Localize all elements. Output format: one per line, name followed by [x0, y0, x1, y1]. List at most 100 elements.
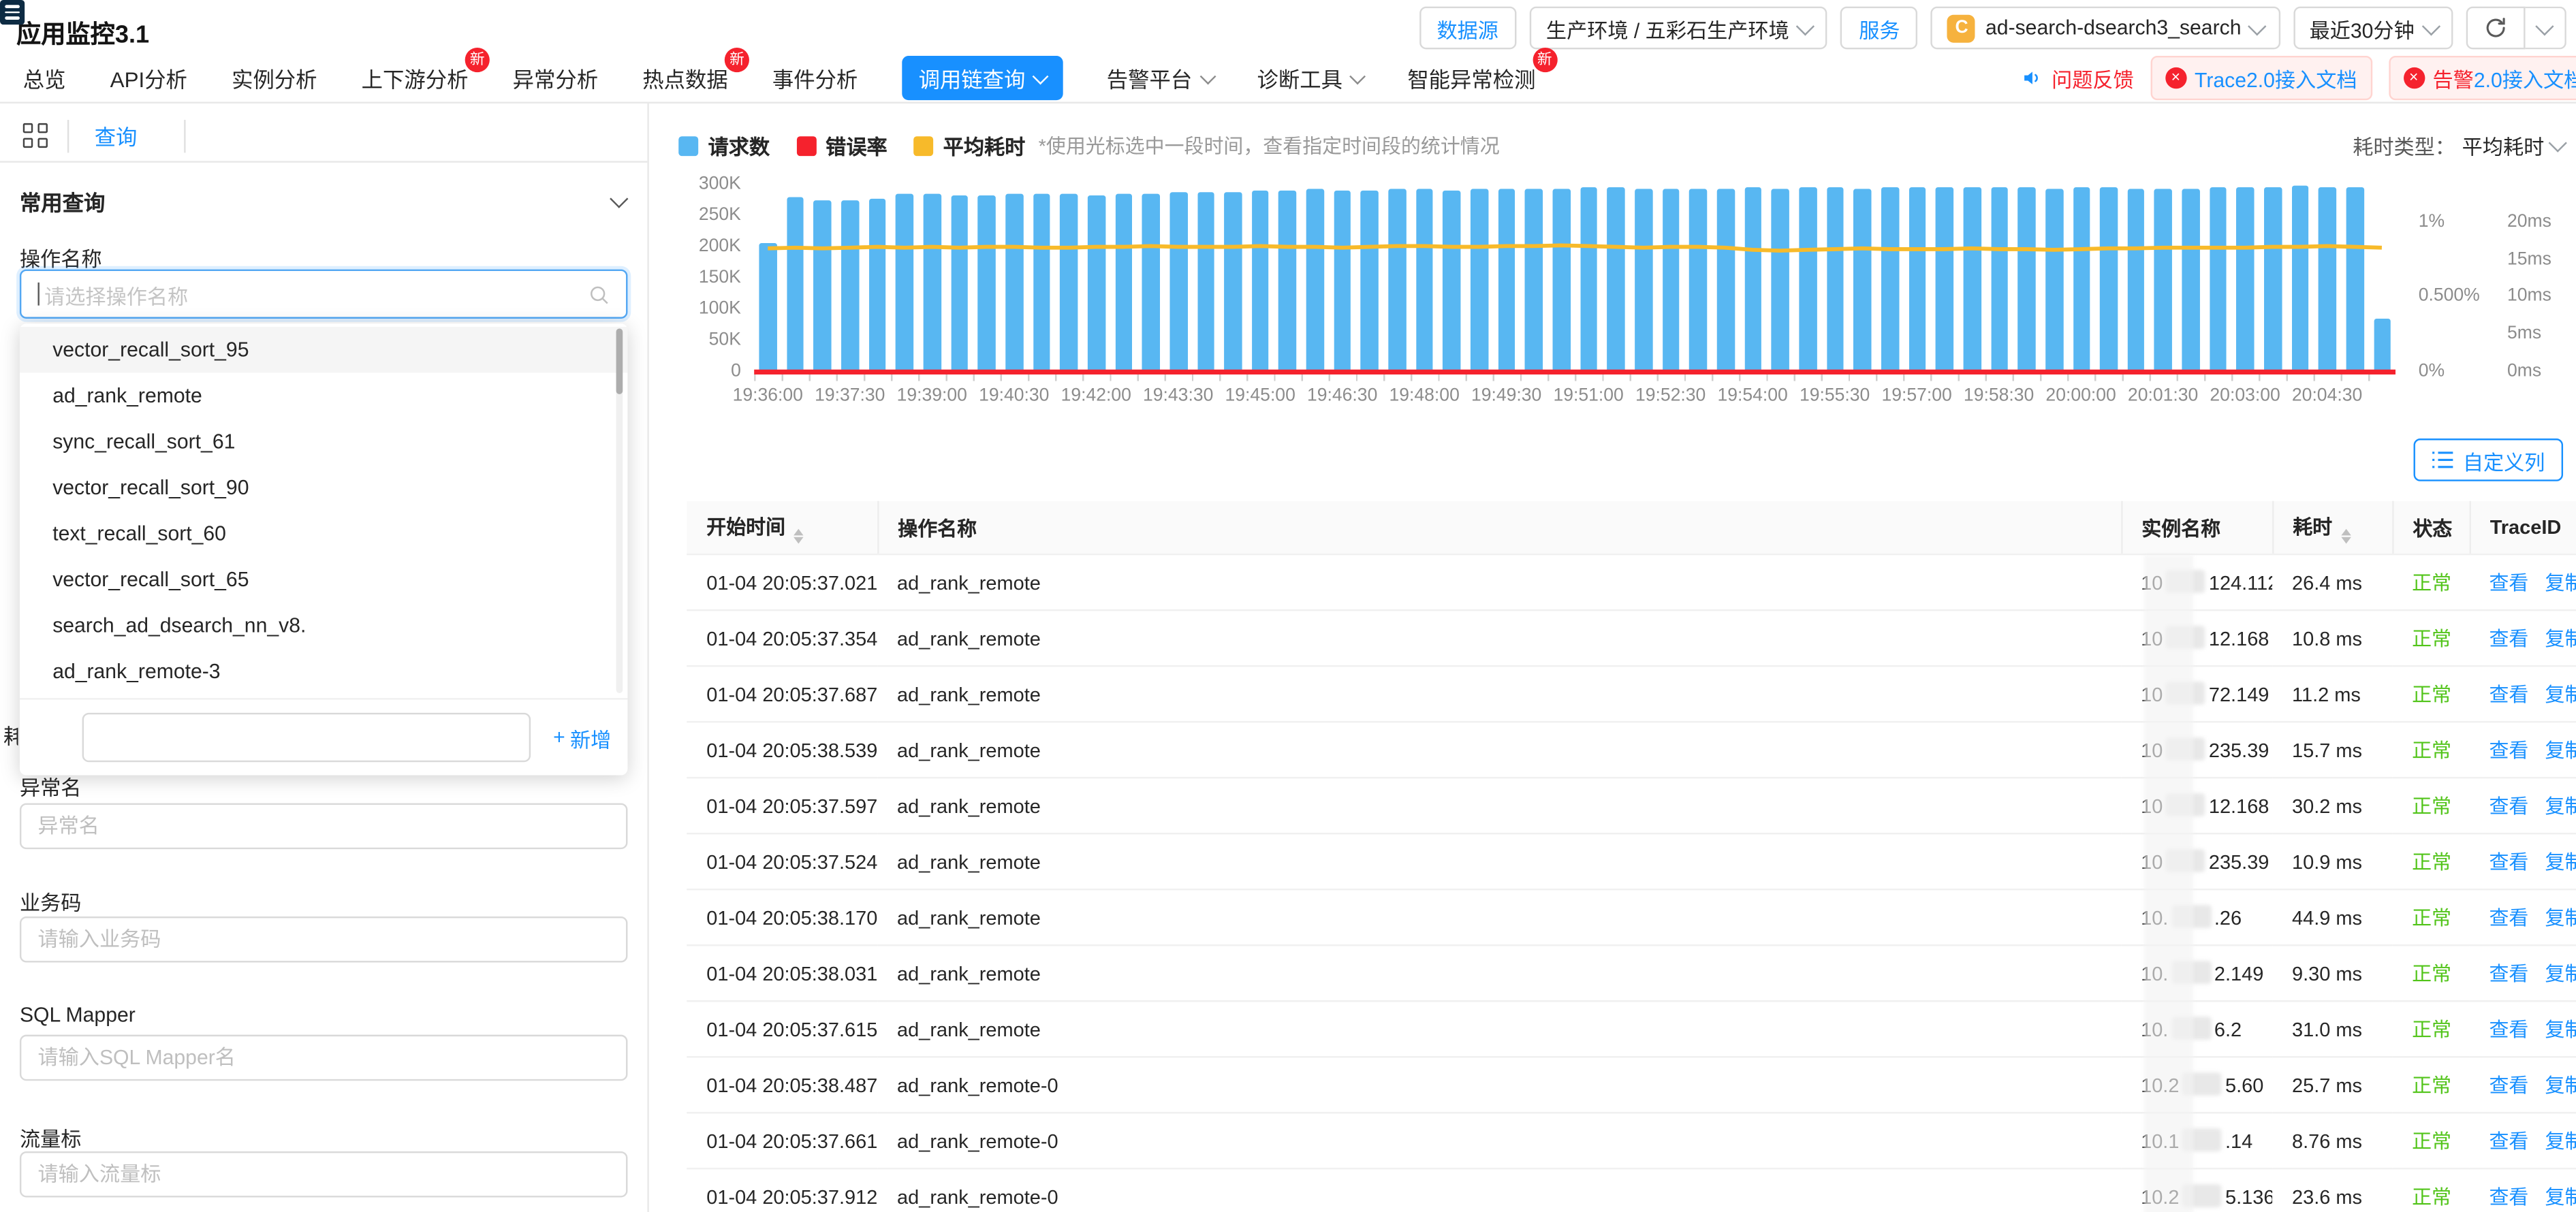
cell-status: 正常 [2392, 554, 2469, 610]
view-trace-link[interactable]: 查看 [2489, 907, 2528, 930]
instance-ip-suffix: 235.39 [2209, 739, 2269, 762]
nav-item-诊断工具[interactable]: 诊断工具 [1257, 63, 1364, 94]
tab-query[interactable]: 查询 [95, 120, 138, 151]
operation-select[interactable]: 请选择操作名称 [20, 270, 628, 319]
hamburger-menu-icon[interactable] [0, 0, 25, 25]
copy-trace-link[interactable]: 复制 [2545, 1019, 2576, 1042]
chevron-down-icon [2548, 134, 2566, 152]
view-trace-link[interactable]: 查看 [2489, 627, 2528, 650]
column-header-耗时[interactable]: 耗时 [2272, 501, 2392, 554]
nav-item-实例分析[interactable]: 实例分析 [232, 63, 317, 94]
cell-operation: ad_rank_remote [877, 1001, 2121, 1057]
feedback-link[interactable]: 问题反馈 [2020, 63, 2133, 94]
view-trace-link[interactable]: 查看 [2489, 683, 2528, 706]
nav-item-异常分析[interactable]: 异常分析 [513, 63, 598, 94]
service-avatar: C [1948, 14, 1976, 42]
exception-input[interactable] [20, 803, 628, 850]
cell-status: 正常 [2392, 666, 2469, 722]
copy-trace-link[interactable]: 复制 [2545, 571, 2576, 594]
nav-item-label: 告警平台 [1107, 63, 1192, 94]
chart-plot-area[interactable] [754, 184, 2396, 371]
nav-item-事件分析[interactable]: 事件分析 [772, 63, 858, 94]
alert-doc-link[interactable]: × 告警 2.0接入文档 [2388, 56, 2576, 100]
view-trace-link[interactable]: 查看 [2489, 963, 2528, 986]
operation-option[interactable]: search_ad_dsearch_nn_v8. [20, 603, 628, 649]
view-trace-link[interactable]: 查看 [2489, 795, 2528, 818]
service-button[interactable]: 服务 [1841, 7, 1918, 50]
view-trace-link[interactable]: 查看 [2489, 1019, 2528, 1042]
refresh-options-button[interactable] [2526, 7, 2566, 50]
environment-select[interactable]: 生产环境 / 五彩石生产环境 [1530, 7, 1828, 50]
copy-trace-link[interactable]: 复制 [2545, 1130, 2576, 1153]
operation-option[interactable]: vector_recall_sort_95 [20, 327, 628, 373]
view-trace-link[interactable]: 查看 [2489, 739, 2528, 762]
x-tick-label: 20:00:00 [2045, 386, 2116, 406]
nav-item-调用链查询[interactable]: 调用链查询 [902, 56, 1062, 100]
duration-type-select[interactable]: 耗时类型： 平均耗时 [2353, 130, 2563, 161]
view-trace-link[interactable]: 查看 [2489, 1186, 2528, 1209]
add-option-button[interactable]: +新增 [553, 722, 611, 753]
nav-item-API分析[interactable]: API分析 [110, 63, 187, 94]
grid-view-icon[interactable] [23, 124, 47, 148]
copy-trace-link[interactable]: 复制 [2545, 907, 2576, 930]
operation-placeholder: 请选择操作名称 [44, 278, 588, 310]
operation-option[interactable]: ad_rank_remote-3 [20, 649, 628, 695]
trace-doc-link[interactable]: × Trace2.0接入文档 [2150, 56, 2372, 100]
instance-ip-suffix: .14 [2225, 1130, 2252, 1153]
chevron-down-icon [2248, 17, 2266, 35]
legend-item-平均耗时[interactable]: 平均耗时 [913, 130, 1025, 161]
cell-start-time: 01-04 20:05:37.524 [687, 833, 877, 889]
copy-trace-link[interactable]: 复制 [2545, 627, 2576, 650]
column-header-开始时间[interactable]: 开始时间 [687, 501, 877, 554]
view-trace-link[interactable]: 查看 [2489, 1130, 2528, 1153]
sort-icon[interactable] [794, 528, 803, 543]
nav-item-总览[interactable]: 总览 [23, 63, 66, 94]
instance-ip-suffix: .26 [2214, 907, 2242, 930]
cell-instance: 10235.39 [2121, 722, 2272, 778]
scrollbar-thumb[interactable] [616, 328, 623, 394]
customize-columns-button[interactable]: 自定义列 [2413, 438, 2563, 481]
trafficmark-input[interactable] [20, 1151, 628, 1198]
trace-doc-label: Trace2.0接入文档 [2195, 63, 2357, 94]
service-select[interactable]: C ad-search-dsearch3_search [1931, 7, 2280, 50]
operation-option[interactable]: sync_recall_sort_61 [20, 419, 628, 465]
time-range-select[interactable]: 最近30分钟 [2293, 7, 2453, 50]
view-trace-link[interactable]: 查看 [2489, 571, 2528, 594]
cell-start-time: 01-04 20:05:37.615 [687, 1001, 877, 1057]
operation-option[interactable]: ad_rank_remote [20, 373, 628, 419]
new-option-input[interactable] [82, 713, 531, 762]
y-tick-label: 50K [709, 330, 741, 350]
cell-operation: ad_rank_remote [877, 778, 2121, 833]
throughput-chart[interactable]: 050K100K150K200K250K300K 19:36:0019:37:3… [678, 184, 2576, 412]
view-trace-link[interactable]: 查看 [2489, 1074, 2528, 1098]
instance-ip-suffix: 5.136 [2225, 1186, 2272, 1209]
copy-trace-link[interactable]: 复制 [2545, 683, 2576, 706]
copy-trace-link[interactable]: 复制 [2545, 1074, 2576, 1098]
page-title: 应用监控3.1 [16, 16, 149, 51]
copy-trace-link[interactable]: 复制 [2545, 1186, 2576, 1209]
legend-item-错误率[interactable]: 错误率 [796, 130, 888, 161]
sqlmapper-input[interactable] [20, 1035, 628, 1081]
nav-item-智能异常检测[interactable]: 智能异常检测新 [1407, 63, 1535, 94]
nav-item-告警平台[interactable]: 告警平台 [1107, 63, 1213, 94]
operation-option[interactable]: text_recall_sort_60 [20, 511, 628, 557]
nav-item-热点数据[interactable]: 热点数据新 [642, 63, 727, 94]
copy-trace-link[interactable]: 复制 [2545, 851, 2576, 874]
bizcode-input[interactable] [20, 916, 628, 963]
legend-item-请求数[interactable]: 请求数 [678, 130, 770, 161]
operation-option[interactable]: vector_recall_sort_90 [20, 465, 628, 511]
x-tick-label: 19:55:30 [1800, 386, 1870, 406]
cell-status: 正常 [2392, 610, 2469, 666]
refresh-button[interactable] [2466, 7, 2526, 50]
copy-trace-link[interactable]: 复制 [2545, 739, 2576, 762]
datasource-button[interactable]: 数据源 [1419, 7, 1517, 50]
nav-item-上下游分析[interactable]: 上下游分析新 [362, 63, 469, 94]
common-query-collapse[interactable]: 常用查询 [20, 186, 625, 217]
view-trace-link[interactable]: 查看 [2489, 851, 2528, 874]
copy-trace-link[interactable]: 复制 [2545, 795, 2576, 818]
sort-icon[interactable] [2340, 528, 2350, 543]
copy-trace-link[interactable]: 复制 [2545, 963, 2576, 986]
operation-option[interactable]: vector_recall_sort_65 [20, 557, 628, 603]
cell-duration: 30.2 ms [2272, 778, 2392, 833]
cell-trace-actions: 查看复制 [2470, 1113, 2576, 1168]
